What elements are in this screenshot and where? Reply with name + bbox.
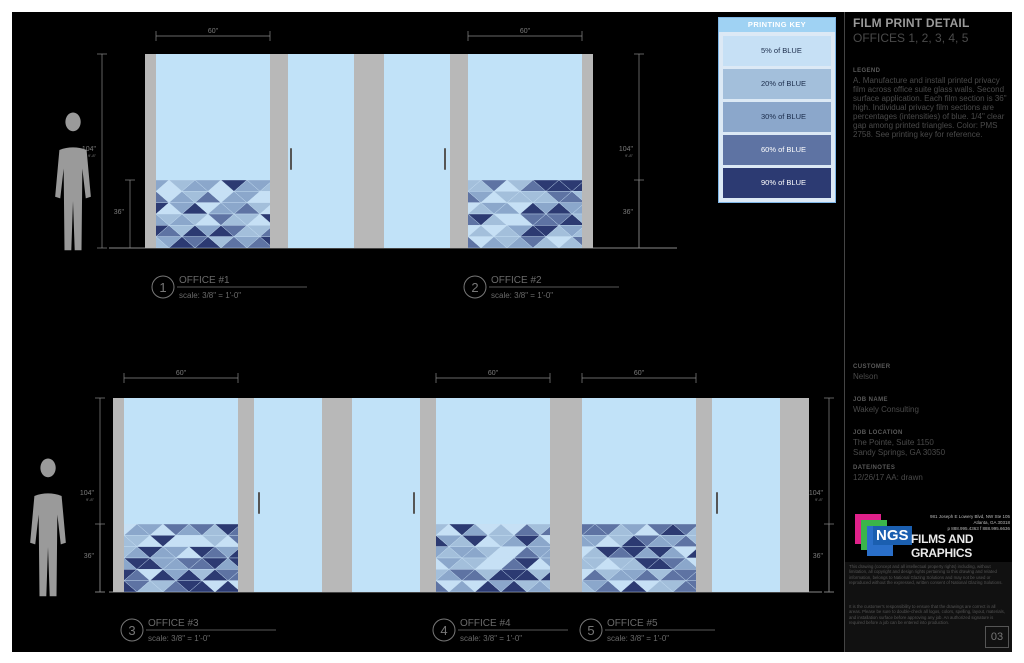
date-label: DATE/NOTES bbox=[853, 465, 896, 471]
office-number: 4 bbox=[440, 623, 447, 638]
printing-key-item: 60% of BLUE bbox=[723, 135, 831, 165]
office-label: OFFICE #2 bbox=[491, 275, 542, 286]
door-handle bbox=[290, 148, 292, 170]
glass-panel bbox=[384, 54, 450, 248]
door-handle bbox=[444, 148, 446, 170]
sheet-number: 03 bbox=[985, 626, 1009, 648]
printing-key-title: PRINTING KEY bbox=[719, 18, 835, 32]
height-dimension-text: 104" bbox=[619, 146, 634, 153]
office-scale: scale: 3/8" = 1'-0" bbox=[460, 634, 522, 643]
printing-key-label: 90% of BLUE bbox=[761, 178, 807, 187]
office-scale: scale: 3/8" = 1'-0" bbox=[179, 291, 241, 300]
door-handle bbox=[258, 492, 260, 514]
legend-text: A. Manufacture and install printed priva… bbox=[853, 76, 1007, 139]
office-scale: scale: 3/8" = 1'-0" bbox=[491, 291, 553, 300]
office-label: OFFICE #5 bbox=[607, 618, 658, 629]
job-name-value: Wakely Consulting bbox=[853, 405, 919, 414]
title-block: FILM PRINT DETAIL OFFICES 1, 2, 3, 4, 5 … bbox=[844, 12, 1012, 652]
printing-key-label: 30% of BLUE bbox=[761, 112, 807, 121]
legend-label: LEGEND bbox=[853, 68, 881, 74]
mullion bbox=[550, 398, 582, 592]
drawing-sheet: 60" 60" 104" 9'-8" 36" 104" 9'-8" 36" 1 OFFICE #1… bbox=[12, 12, 1012, 652]
door-handle bbox=[413, 492, 415, 514]
printing-key: PRINTING KEY 5% of BLUE 20% of BLUE 30% of… bbox=[718, 17, 836, 203]
printing-key-item: 30% of BLUE bbox=[723, 102, 831, 132]
height-dimension-text: 36" bbox=[813, 553, 824, 560]
sheet-title: FILM PRINT DETAIL bbox=[853, 16, 970, 30]
height-dimension-text: 104" bbox=[80, 490, 95, 497]
height-dimension-text: 36" bbox=[623, 209, 634, 216]
mullion bbox=[420, 398, 436, 592]
job-location-line2: Sandy Springs, GA 30350 bbox=[853, 448, 946, 457]
office-number: 3 bbox=[128, 623, 135, 638]
office-scale: scale: 3/8" = 1'-0" bbox=[148, 634, 210, 643]
mullion bbox=[270, 54, 288, 248]
printing-key-item: 5% of BLUE bbox=[723, 36, 831, 66]
job-name-label: JOB NAME bbox=[853, 397, 888, 403]
width-dimension-text: 60" bbox=[176, 370, 187, 377]
width-dimension-text: 60" bbox=[520, 28, 531, 35]
title-block-footer: This drawing (concept and all intellectu… bbox=[845, 562, 1012, 652]
glass-panel bbox=[712, 398, 780, 592]
office-label: OFFICE #4 bbox=[460, 618, 511, 629]
sheet-subtitle: OFFICES 1, 2, 3, 4, 5 bbox=[853, 31, 969, 45]
mullion bbox=[238, 398, 254, 592]
glass-panel bbox=[254, 398, 322, 592]
height-dimension-subtext: 9'-8" bbox=[625, 153, 634, 158]
logo-films-text: FILMS AND GRAPHICS bbox=[911, 532, 974, 560]
ngs-logo: NGS FILMS AND GRAPHICS 981 Joseph E Lowe… bbox=[855, 514, 1012, 560]
height-dimension-text: 36" bbox=[114, 209, 125, 216]
height-dimension bbox=[634, 179, 644, 249]
mullion bbox=[145, 54, 156, 248]
mullion bbox=[780, 398, 809, 592]
mullion bbox=[696, 398, 712, 592]
address-line2: Atlanta, GA 30318 bbox=[973, 520, 1010, 525]
person-silhouette bbox=[30, 458, 66, 597]
date-notes: 12/26/17 AA: drawn bbox=[853, 473, 923, 482]
printing-key-label: 5% of BLUE bbox=[761, 46, 802, 55]
mullion bbox=[113, 398, 124, 592]
height-dimension-subtext: 9'-8" bbox=[88, 153, 97, 158]
mullion bbox=[354, 54, 384, 248]
printing-key-label: 60% of BLUE bbox=[761, 145, 807, 154]
legal-copyright: This drawing (concept and all intellectu… bbox=[849, 564, 1003, 586]
office-number: 1 bbox=[159, 280, 166, 295]
office-number: 2 bbox=[471, 280, 478, 295]
glass-panel bbox=[352, 398, 420, 592]
printing-key-label: 20% of BLUE bbox=[761, 79, 807, 88]
office-label: OFFICE #3 bbox=[148, 618, 199, 629]
width-dimension-text: 60" bbox=[208, 28, 219, 35]
door-handle bbox=[716, 492, 718, 514]
legal-responsibility: It is the customer's responsibility to e… bbox=[849, 604, 1005, 626]
height-dimension-subtext: 9'-8" bbox=[86, 497, 95, 502]
height-dimension-subtext: 9'-8" bbox=[815, 497, 824, 502]
height-dimension bbox=[97, 53, 107, 249]
mullion bbox=[322, 398, 352, 592]
office-number: 5 bbox=[587, 623, 594, 638]
customer-label: CUSTOMER bbox=[853, 364, 891, 370]
customer-value: Nelson bbox=[853, 372, 878, 381]
height-dimension bbox=[824, 523, 834, 593]
address-line3: p 888.995.4363 f 888.995.6636 bbox=[947, 526, 1010, 531]
printing-key-item: 20% of BLUE bbox=[723, 69, 831, 99]
office-label: OFFICE #1 bbox=[179, 275, 230, 286]
height-dimension bbox=[95, 523, 105, 593]
mullion bbox=[582, 54, 593, 248]
job-location-label: JOB LOCATION bbox=[853, 430, 903, 436]
job-location-line1: The Pointe, Suite 1150 bbox=[853, 438, 934, 447]
printing-key-item: 90% of BLUE bbox=[723, 168, 831, 198]
person-silhouette bbox=[55, 112, 91, 251]
logo-ngs-text: NGS bbox=[873, 526, 912, 545]
height-dimension bbox=[125, 179, 135, 249]
address-line1: 981 Joseph E Lowery Blvd, NW Ste 105 bbox=[929, 514, 1010, 519]
mullion bbox=[450, 54, 468, 248]
width-dimension-text: 60" bbox=[634, 370, 645, 377]
width-dimension-text: 60" bbox=[488, 370, 499, 377]
glass-panel bbox=[288, 54, 354, 248]
height-dimension-text: 104" bbox=[809, 490, 824, 497]
height-dimension-text: 36" bbox=[84, 553, 95, 560]
office-scale: scale: 3/8" = 1'-0" bbox=[607, 634, 669, 643]
